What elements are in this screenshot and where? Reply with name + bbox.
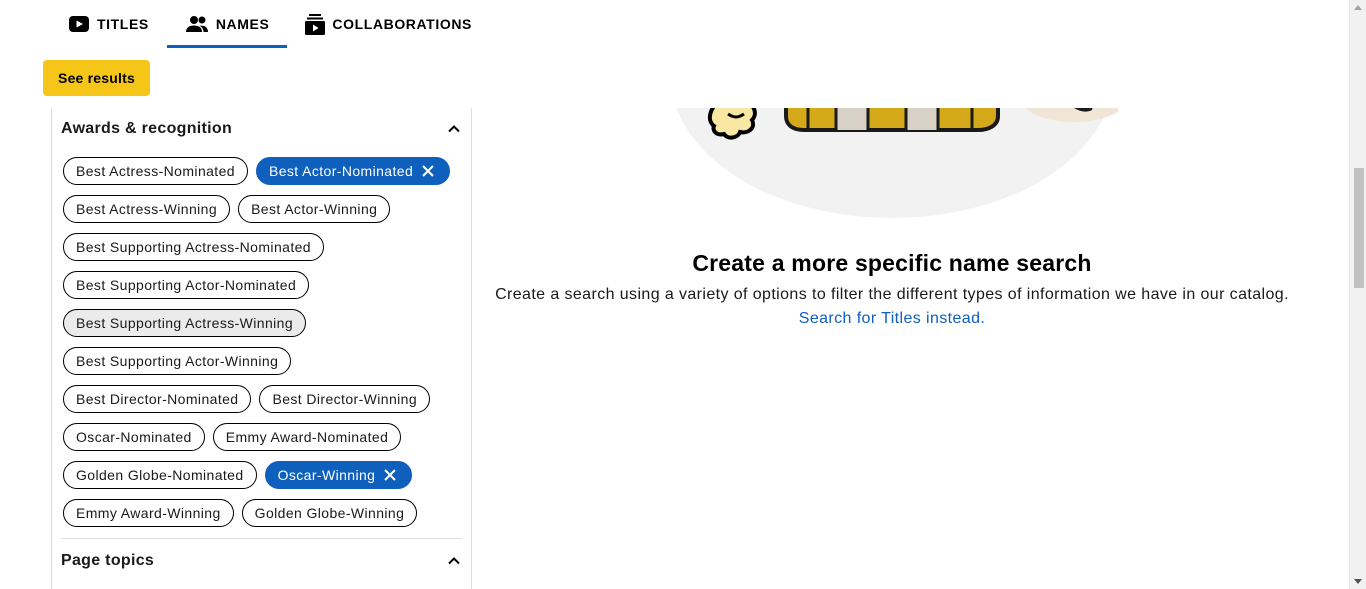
chip-label: Oscar-Winning bbox=[277, 467, 376, 483]
chip-label: Best Actress-Nominated bbox=[76, 163, 235, 179]
search-type-tabs: TITLES NAMES COLLABORATIONS bbox=[50, 0, 490, 48]
scroll-up-arrow-icon[interactable] bbox=[1354, 5, 1362, 10]
scrollbar-thumb[interactable] bbox=[1354, 168, 1364, 288]
chip-label: Oscar-Nominated bbox=[76, 429, 192, 445]
people-icon bbox=[185, 15, 209, 33]
chip-emmy-award-winning[interactable]: Emmy Award-Winning bbox=[63, 499, 234, 527]
chip-label: Best Director-Nominated bbox=[76, 391, 239, 407]
chip-golden-globe-nominated[interactable]: Golden Globe-Nominated bbox=[63, 461, 257, 489]
tab-names-label: NAMES bbox=[215, 16, 270, 32]
chip-label: Golden Globe-Nominated bbox=[76, 467, 244, 483]
chevron-up-icon bbox=[448, 557, 460, 565]
chip-label: Best Director-Winning bbox=[272, 391, 418, 407]
chip-label: Best Supporting Actor-Winning bbox=[76, 353, 279, 369]
chip-best-director-nominated[interactable]: Best Director-Nominated bbox=[63, 385, 252, 413]
tab-titles[interactable]: TITLES bbox=[50, 0, 167, 48]
chip-label: Emmy Award-Winning bbox=[76, 505, 221, 521]
chip-label: Golden Globe-Winning bbox=[254, 505, 405, 521]
chip-best-actor-winning[interactable]: Best Actor-Winning bbox=[238, 195, 391, 223]
scroll-down-arrow-icon[interactable] bbox=[1354, 579, 1362, 584]
chip-label: Best Actor-Winning bbox=[251, 201, 378, 217]
chip-golden-globe-winning[interactable]: Golden Globe-Winning bbox=[241, 499, 418, 527]
chip-best-actress-nominated[interactable]: Best Actress-Nominated bbox=[63, 157, 248, 185]
page-topics-section-header[interactable]: Page topics bbox=[61, 552, 462, 570]
page-scrollbar[interactable] bbox=[1349, 0, 1366, 589]
chip-best-actor-nominated[interactable]: Best Actor-Nominated bbox=[255, 157, 451, 185]
chip-label: Best Actress-Winning bbox=[76, 201, 218, 217]
awards-chip-list: Best Actress-Nominated Best Actor-Nomina… bbox=[63, 157, 463, 527]
see-results-button[interactable]: See results bbox=[43, 60, 150, 96]
search-titles-link[interactable]: Search for Titles instead. bbox=[472, 310, 1312, 328]
chip-best-supporting-actress-nominated[interactable]: Best Supporting Actress-Nominated bbox=[63, 233, 324, 261]
empty-state-description: Create a search using a variety of optio… bbox=[495, 286, 1289, 303]
chip-best-supporting-actress-winning[interactable]: Best Supporting Actress-Winning bbox=[63, 309, 307, 337]
collaborations-icon bbox=[305, 13, 326, 35]
chip-label: Emmy Award-Nominated bbox=[225, 429, 389, 445]
chip-label: Best Supporting Actress-Winning bbox=[76, 315, 294, 331]
tab-collaborations-label: COLLABORATIONS bbox=[332, 16, 472, 32]
tab-titles-label: TITLES bbox=[97, 16, 149, 32]
awards-section-header[interactable]: Awards & recognition bbox=[61, 120, 462, 138]
chevron-up-icon bbox=[448, 125, 460, 133]
chip-emmy-award-nominated[interactable]: Emmy Award-Nominated bbox=[212, 423, 402, 451]
empty-state-illustration bbox=[668, 108, 1118, 220]
chip-best-supporting-actor-winning[interactable]: Best Supporting Actor-Winning bbox=[63, 347, 292, 375]
video-play-icon bbox=[68, 15, 90, 33]
chip-best-supporting-actor-nominated[interactable]: Best Supporting Actor-Nominated bbox=[63, 271, 310, 299]
chip-label: Best Actor-Nominated bbox=[268, 163, 414, 179]
awards-section-title: Awards & recognition bbox=[61, 120, 233, 137]
empty-state: Create a more specific name search Creat… bbox=[472, 108, 1312, 348]
tab-collaborations[interactable]: COLLABORATIONS bbox=[287, 0, 490, 48]
chip-label: Best Supporting Actor-Nominated bbox=[76, 277, 297, 293]
chip-best-director-winning[interactable]: Best Director-Winning bbox=[259, 385, 431, 413]
tab-names[interactable]: NAMES bbox=[166, 0, 288, 48]
chip-best-actress-winning[interactable]: Best Actress-Winning bbox=[63, 195, 231, 223]
chip-oscar-nominated[interactable]: Oscar-Nominated bbox=[63, 423, 205, 451]
page-topics-section-title: Page topics bbox=[61, 552, 155, 569]
empty-state-headline: Create a more specific name search bbox=[692, 250, 1092, 276]
chip-label: Best Supporting Actress-Nominated bbox=[76, 239, 311, 255]
section-divider bbox=[61, 538, 462, 539]
remove-icon[interactable] bbox=[421, 164, 435, 178]
filter-panel: Awards & recognition Best Actress-Nomina… bbox=[51, 108, 472, 589]
chip-oscar-winning[interactable]: Oscar-Winning bbox=[264, 461, 413, 489]
remove-icon[interactable] bbox=[383, 468, 397, 482]
